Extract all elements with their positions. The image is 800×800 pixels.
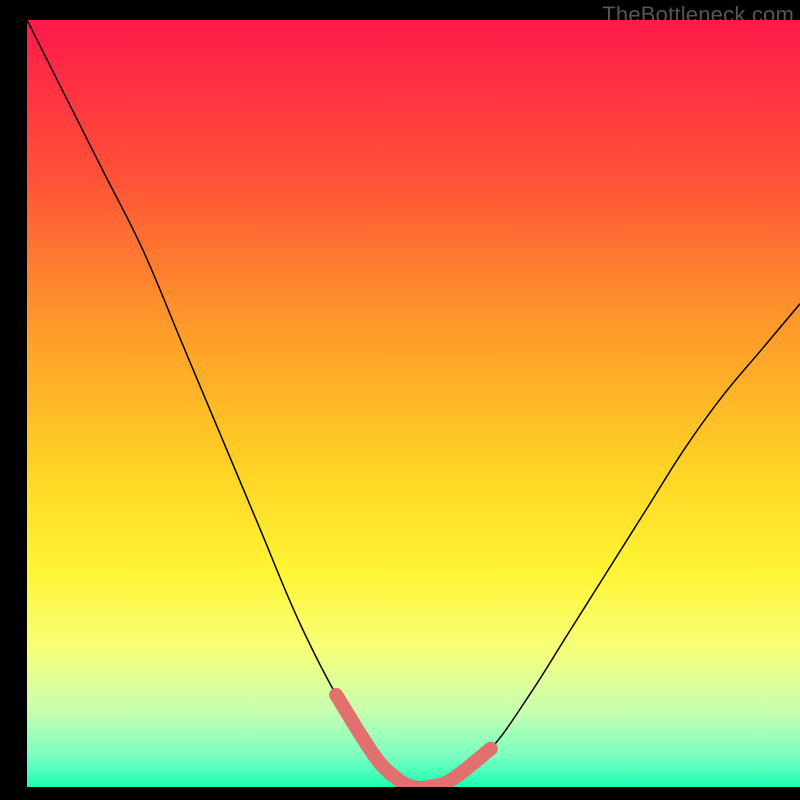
bottleneck-chart <box>27 20 800 787</box>
gradient-background <box>27 20 800 787</box>
chart-plot-area <box>27 20 800 787</box>
chart-frame: TheBottleneck.com <box>27 0 800 787</box>
